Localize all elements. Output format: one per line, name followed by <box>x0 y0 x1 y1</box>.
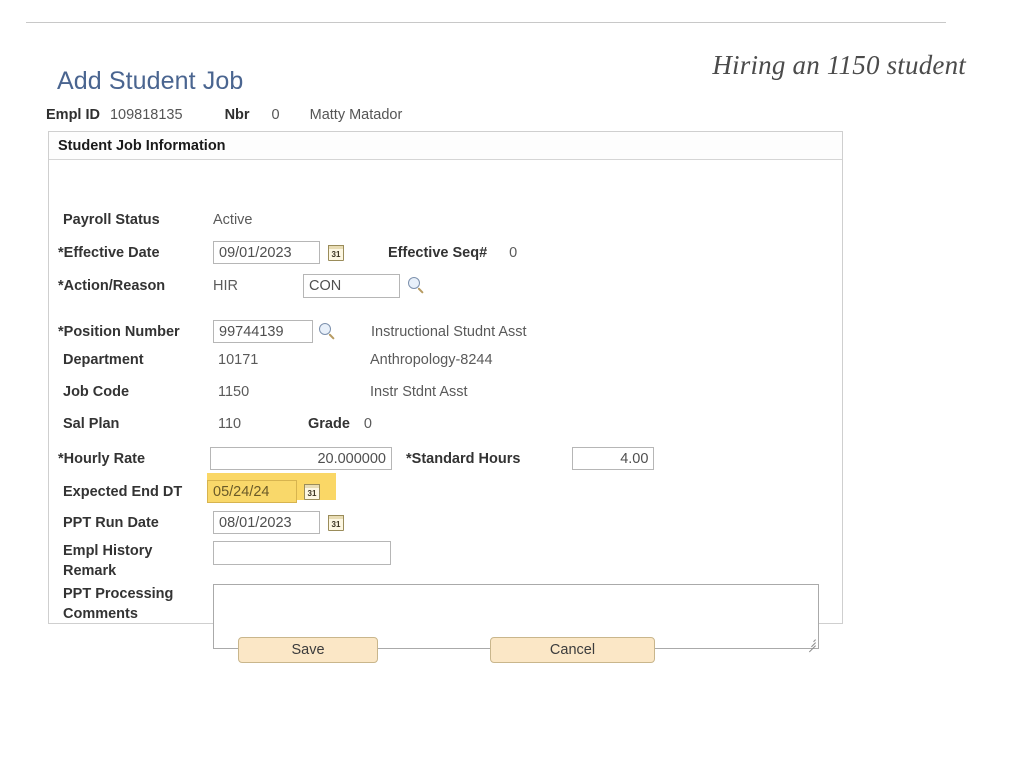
ppt-processing-comments-label-line2: Comments <box>63 606 138 622</box>
search-icon[interactable] <box>319 322 337 341</box>
save-button[interactable]: Save <box>238 637 378 663</box>
action-reason-label: *Action/Reason <box>58 278 166 294</box>
row-effective-date: *Effective Date 31 Effective Seq# 0 <box>58 241 517 264</box>
row-action-reason: *Action/Reason HIR <box>58 274 426 298</box>
employee-identity-bar: Empl ID 109818135 Nbr 0 Matty Matador <box>46 107 402 127</box>
row-job-code: Job Code 1150 Instr Stdnt Asst <box>63 384 468 400</box>
department-label: Department <box>63 352 144 368</box>
empl-record-nbr-label: Nbr <box>224 107 250 123</box>
student-job-information-panel: Student Job Information Payroll Status A… <box>48 131 843 653</box>
calendar-icon[interactable]: 31 <box>328 244 344 261</box>
action-code-value: HIR <box>213 278 238 294</box>
row-empl-history-remark: Empl History Remark <box>63 541 391 581</box>
resize-grip-icon[interactable] <box>806 637 816 653</box>
effective-date-label: *Effective Date <box>58 244 160 261</box>
row-sal-plan: Sal Plan 110 Grade 0 <box>63 416 372 432</box>
job-code-description: Instr Stdnt Asst <box>370 384 468 400</box>
department-description: Anthropology-8244 <box>370 352 493 368</box>
row-payroll-status: Payroll Status Active <box>63 212 253 228</box>
grade-value: 0 <box>363 416 372 432</box>
calendar-icon-day: 31 <box>307 488 317 498</box>
sal-plan-value: 110 <box>218 416 242 432</box>
row-position-number: *Position Number Instructional Studnt As… <box>58 320 527 343</box>
row-expected-end-dt: Expected End DT 31 <box>63 480 320 503</box>
calendar-icon[interactable]: 31 <box>328 514 344 531</box>
ppt-processing-comments-label: PPT Processing Comments <box>63 584 213 624</box>
position-number-description: Instructional Studnt Asst <box>371 323 527 340</box>
standard-hours-input[interactable] <box>572 447 655 470</box>
hourly-rate-label: *Hourly Rate <box>58 450 146 467</box>
panel-header-title: Student Job Information <box>58 137 226 154</box>
grade-label: Grade <box>308 416 350 432</box>
ppt-processing-comments-label-line1: PPT Processing <box>63 586 174 602</box>
effective-date-input[interactable] <box>213 241 320 264</box>
empl-history-remark-label-line1: Empl History <box>63 543 153 559</box>
calendar-icon-day: 31 <box>331 249 341 259</box>
hourly-rate-input[interactable] <box>210 447 392 470</box>
row-ppt-processing-comments: PPT Processing Comments <box>63 584 819 653</box>
search-icon[interactable] <box>408 277 426 295</box>
job-code-label: Job Code <box>63 384 130 400</box>
row-ppt-run-date: PPT Run Date 31 <box>63 511 344 534</box>
slide-headline: Hiring an 1150 student <box>712 50 966 80</box>
empl-history-remark-input[interactable] <box>213 541 391 565</box>
calendar-icon-day: 31 <box>331 519 341 529</box>
position-number-input[interactable] <box>213 320 313 343</box>
effective-seq-value: 0 <box>509 244 518 261</box>
row-department: Department 10171 Anthropology-8244 <box>63 352 493 368</box>
position-number-label: *Position Number <box>58 323 180 340</box>
expected-end-dt-label: Expected End DT <box>63 483 183 500</box>
job-code-value: 1150 <box>218 384 250 400</box>
empl-history-remark-label: Empl History Remark <box>63 541 213 581</box>
payroll-status-value: Active <box>213 212 253 228</box>
ppt-run-date-label: PPT Run Date <box>63 514 159 531</box>
effective-seq-label: Effective Seq# <box>388 244 488 261</box>
standard-hours-label: *Standard Hours <box>406 450 521 467</box>
department-value: 10171 <box>218 352 259 368</box>
cancel-button[interactable]: Cancel <box>490 637 655 663</box>
reason-code-input[interactable] <box>303 274 400 298</box>
empl-record-nbr-value: 0 <box>271 107 280 123</box>
expected-end-dt-input[interactable] <box>207 480 297 503</box>
payroll-status-label: Payroll Status <box>63 212 160 228</box>
panel-body: Payroll Status Active *Effective Date 31… <box>49 160 842 653</box>
row-hourly-rate: *Hourly Rate *Standard Hours <box>58 447 655 470</box>
empl-id-label: Empl ID <box>46 107 100 123</box>
calendar-icon[interactable]: 31 <box>304 483 320 500</box>
panel-header: Student Job Information <box>49 132 842 160</box>
empl-history-remark-label-line2: Remark <box>63 563 117 579</box>
slide-top-divider <box>26 22 946 23</box>
sal-plan-label: Sal Plan <box>63 416 120 432</box>
employee-name: Matty Matador <box>309 107 403 123</box>
empl-id-value: 109818135 <box>109 107 183 123</box>
ppt-run-date-input[interactable] <box>213 511 320 534</box>
page-title: Add Student Job <box>57 67 244 95</box>
